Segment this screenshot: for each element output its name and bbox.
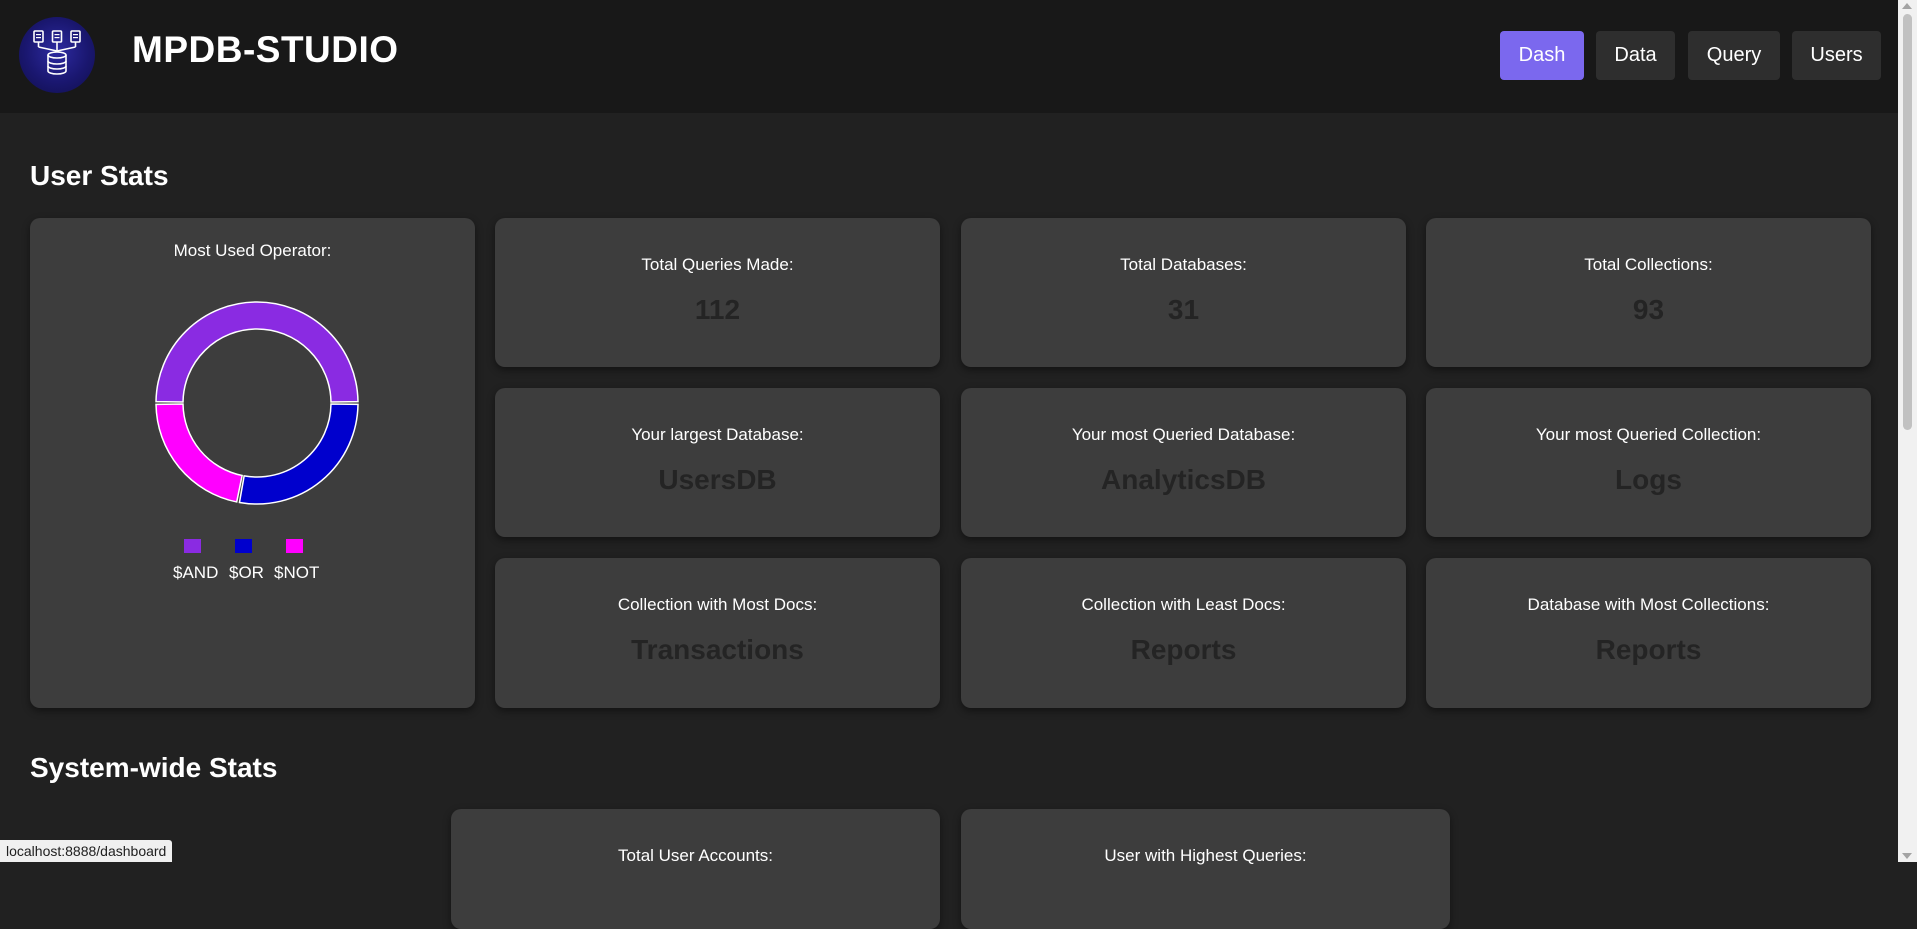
app-title: MPDB-STUDIO — [132, 29, 399, 70]
stat-value: Reports — [1595, 634, 1702, 665]
legend-swatch-and[interactable] — [184, 539, 201, 553]
stat-value: 93 — [1632, 294, 1665, 325]
operator-legend: $AND $OR $NOT — [30, 539, 475, 589]
stat-value: 31 — [1167, 294, 1200, 325]
legend-label-not: $NOT — [274, 563, 320, 582]
legend-label-or: $OR — [229, 563, 264, 582]
stat-value: Transactions — [631, 634, 804, 665]
most-used-operator-label: Most Used Operator: — [173, 241, 332, 260]
stat-card-most-queried-collection: Your most Queried Collection: Logs — [1426, 388, 1871, 537]
stat-card-total-user-accounts: Total User Accounts: — [451, 809, 940, 929]
operator-donut-chart — [155, 301, 359, 505]
stat-value: AnalyticsDB — [1101, 464, 1266, 495]
stat-value: Reports — [1130, 634, 1237, 665]
stat-card-user-highest-queries: User with Highest Queries: — [961, 809, 1450, 929]
nav-dash-button[interactable]: Dash — [1500, 31, 1584, 80]
legend-swatch-or[interactable] — [235, 539, 252, 553]
legend-swatch-not[interactable] — [286, 539, 303, 553]
scroll-thumb[interactable] — [1903, 14, 1912, 430]
donut-slice-not[interactable] — [155, 403, 244, 503]
stat-label: Total Databases: — [1120, 255, 1247, 274]
stat-label: Your most Queried Collection: — [1535, 425, 1762, 444]
stat-card-total-queries: Total Queries Made: 112 — [495, 218, 940, 367]
nav-users-button[interactable]: Users — [1792, 31, 1881, 80]
stat-label: Your most Queried Database: — [1071, 425, 1296, 444]
stat-label: Total Collections: — [1584, 255, 1713, 274]
database-network-icon — [33, 30, 81, 75]
stat-card-database-most-collections: Database with Most Collections: Reports — [1426, 558, 1871, 708]
stat-card-collection-least-docs: Collection with Least Docs: Reports — [961, 558, 1406, 708]
stat-label: User with Highest Queries: — [1104, 846, 1307, 865]
most-used-operator-card: Most Used Operator: $AND $OR $NOT — [30, 218, 475, 708]
stat-label: Your largest Database: — [631, 425, 804, 444]
nav-data-button[interactable]: Data — [1596, 31, 1675, 80]
scroll-down-arrow-icon[interactable] — [1902, 853, 1912, 859]
stat-label: Total User Accounts: — [618, 846, 773, 865]
app-logo[interactable] — [19, 17, 95, 93]
donut-slice-or[interactable] — [238, 403, 359, 505]
stat-label: Database with Most Collections: — [1527, 595, 1770, 614]
stat-label: Collection with Least Docs: — [1081, 595, 1286, 614]
status-bar-url: localhost:8888/dashboard — [0, 840, 173, 862]
stat-value: 112 — [694, 294, 741, 325]
stat-value: UsersDB — [658, 464, 777, 495]
scroll-up-arrow-icon[interactable] — [1902, 3, 1912, 9]
stat-label: Collection with Most Docs: — [617, 595, 818, 614]
legend-label-and: $AND — [173, 563, 219, 582]
app-header: MPDB-STUDIO Dash Data Query Users — [0, 0, 1898, 113]
stat-card-most-queried-database: Your most Queried Database: AnalyticsDB — [961, 388, 1406, 537]
page-scrollbar[interactable] — [1898, 0, 1917, 862]
stat-card-largest-database: Your largest Database: UsersDB — [495, 388, 940, 537]
system-stats-heading: System-wide Stats — [30, 752, 278, 783]
stat-card-total-databases: Total Databases: 31 — [961, 218, 1406, 367]
stat-value: Logs — [1615, 464, 1682, 495]
donut-slice-and[interactable] — [155, 301, 359, 403]
user-stats-heading: User Stats — [30, 160, 169, 191]
stat-card-collection-most-docs: Collection with Most Docs: Transactions — [495, 558, 940, 708]
stat-label: Total Queries Made: — [641, 255, 794, 274]
nav-query-button[interactable]: Query — [1688, 31, 1780, 80]
stat-card-total-collections: Total Collections: 93 — [1426, 218, 1871, 367]
